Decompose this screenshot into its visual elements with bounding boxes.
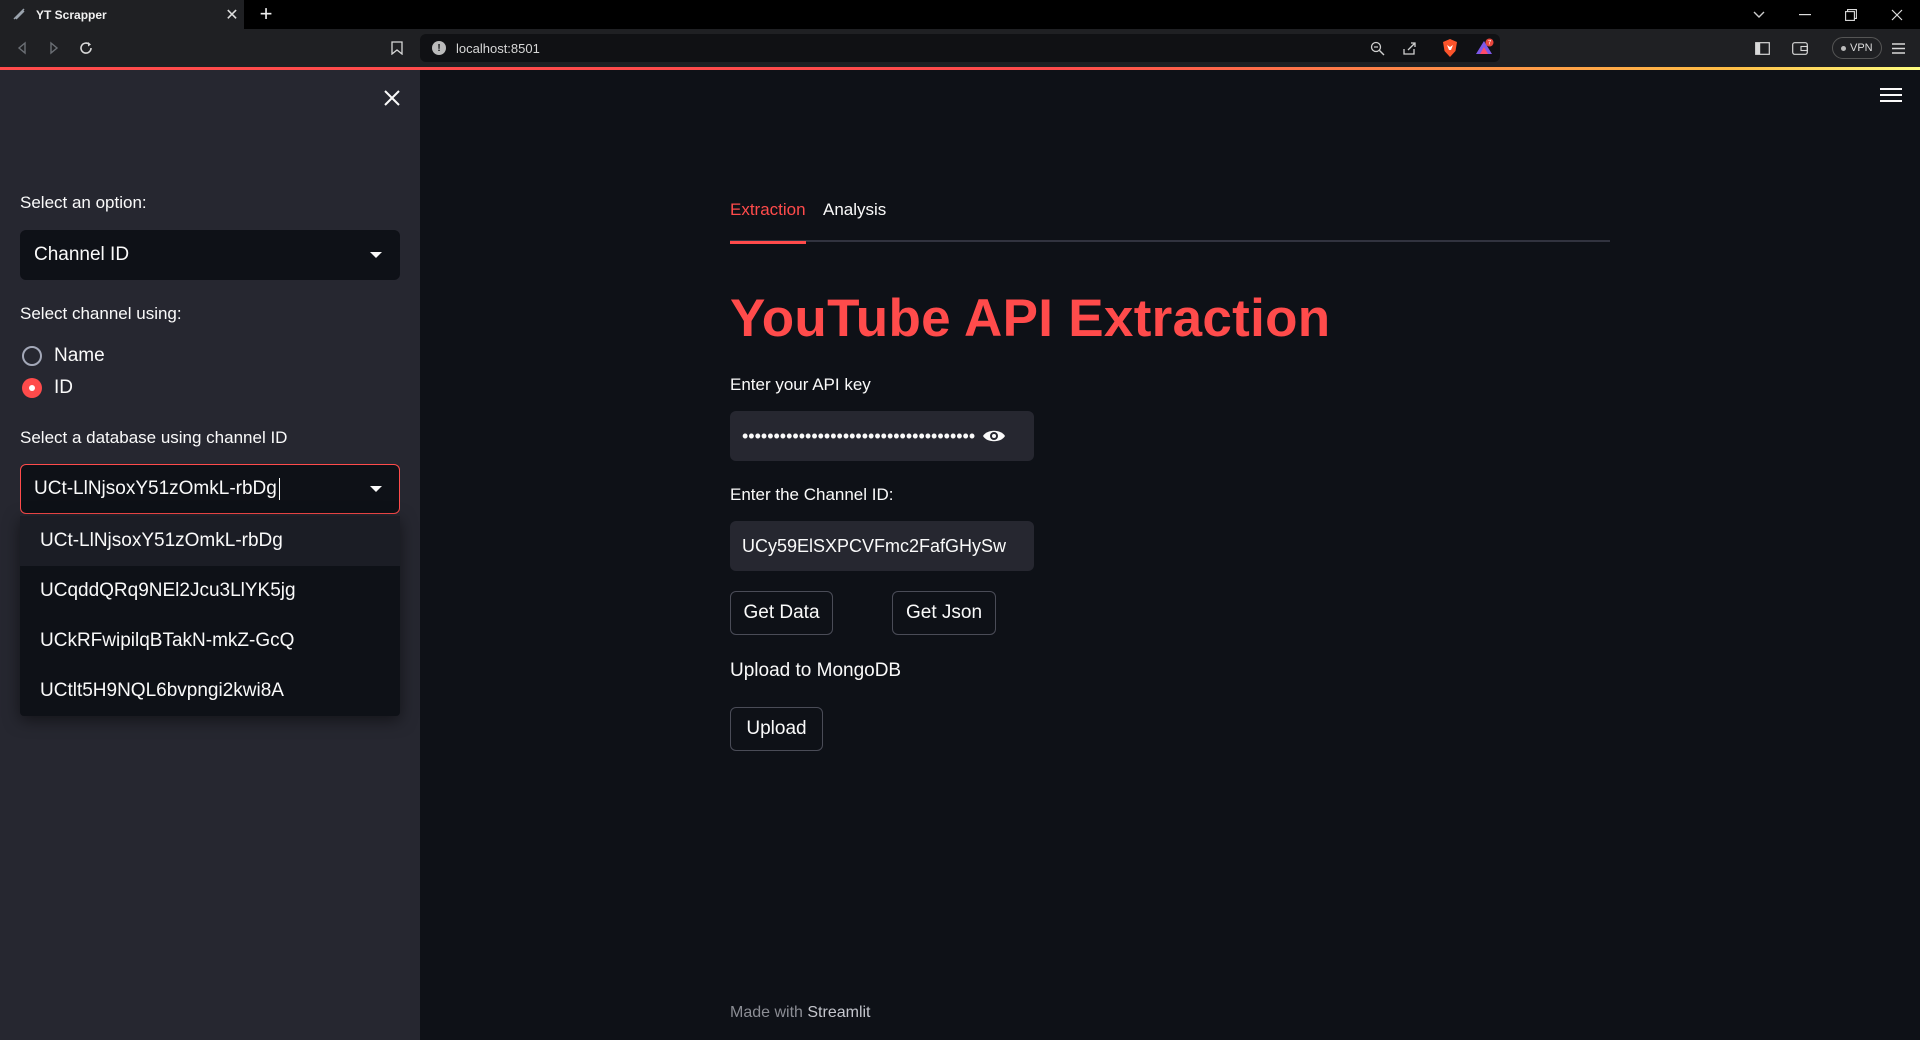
- database-label: Select a database using channel ID: [20, 428, 288, 447]
- radio-id[interactable]: ID: [22, 377, 73, 399]
- chevron-down-icon: [370, 252, 382, 258]
- database-dropdown-list: UCt-LlNjsoxY51zOmkL-rbDg UCqddQRq9NEl2Jc…: [20, 516, 400, 716]
- zoom-icon[interactable]: [1365, 36, 1389, 60]
- brave-rewards-icon[interactable]: 7: [1472, 36, 1496, 60]
- radio-unselected-icon: [22, 346, 42, 366]
- sidebar-toggle-icon[interactable]: [1750, 36, 1774, 60]
- tab-search-icon[interactable]: [1736, 0, 1782, 29]
- browser-tab[interactable]: YT Scrapper ✕: [0, 0, 244, 29]
- get-data-button[interactable]: Get Data: [730, 591, 833, 635]
- vpn-status-icon: [1841, 45, 1846, 51]
- database-selectbox-value: UCt-LlNjsoxY51zOmkL-rbDg: [34, 478, 277, 499]
- site-info-icon[interactable]: !: [432, 41, 446, 55]
- page-title: YouTube API Extraction: [730, 289, 1331, 348]
- sidebar: Select an option: Channel ID Select chan…: [0, 70, 420, 1040]
- vpn-button[interactable]: VPN: [1832, 37, 1882, 59]
- dropdown-option[interactable]: UCt-LlNjsoxY51zOmkL-rbDg: [20, 516, 400, 566]
- channel-id-label: Enter the Channel ID:: [730, 485, 894, 504]
- forward-icon[interactable]: [42, 36, 66, 60]
- browser-tabstrip: YT Scrapper ✕ +: [0, 0, 1920, 29]
- restore-icon[interactable]: [1828, 0, 1874, 29]
- bookmark-icon[interactable]: [385, 36, 409, 60]
- close-sidebar-icon[interactable]: [378, 84, 406, 112]
- dropdown-option[interactable]: UCtlt5H9NQL6bvpngi2kwi8A: [20, 666, 400, 716]
- radio-name-label: Name: [54, 345, 105, 366]
- channel-id-value: UCy59ElSXPCVFmc2FafGHySw: [742, 535, 1007, 556]
- main-menu-icon[interactable]: [1880, 88, 1902, 106]
- tab-extraction[interactable]: Extraction: [730, 200, 806, 244]
- close-tab-icon[interactable]: ✕: [220, 5, 244, 25]
- dropdown-option[interactable]: UCqddQRq9NEl2Jcu3LlYK5jg: [20, 566, 400, 616]
- browser-tab-title: YT Scrapper: [36, 7, 107, 22]
- footer: Made with Streamlit: [730, 1004, 871, 1022]
- text-cursor: [278, 478, 280, 500]
- streamlit-link[interactable]: Streamlit: [807, 1004, 870, 1021]
- tab-bar: Extraction Analysis: [730, 200, 1610, 244]
- browser-toolbar: ! localhost:8501 7 VPN: [0, 29, 1920, 67]
- radio-id-label: ID: [54, 377, 73, 398]
- channel-using-label: Select channel using:: [20, 304, 182, 323]
- page-favicon-icon: [12, 7, 28, 23]
- back-icon[interactable]: [10, 36, 34, 60]
- address-bar[interactable]: ! localhost:8501: [420, 34, 1500, 62]
- upload-button[interactable]: Upload: [730, 707, 823, 751]
- radio-name[interactable]: Name: [22, 345, 105, 367]
- option-selectbox[interactable]: Channel ID: [20, 230, 400, 280]
- streamlit-app: Select an option: Channel ID Select chan…: [0, 70, 1920, 1040]
- minimize-icon[interactable]: [1782, 0, 1828, 29]
- brave-shields-icon[interactable]: [1438, 36, 1462, 60]
- chevron-down-icon: [370, 486, 382, 492]
- show-password-icon[interactable]: [982, 426, 1006, 446]
- api-key-label: Enter your API key: [730, 375, 871, 394]
- select-option-label: Select an option:: [20, 193, 147, 212]
- wallet-icon[interactable]: [1788, 36, 1812, 60]
- get-json-button[interactable]: Get Json: [892, 591, 996, 635]
- radio-selected-icon: [22, 378, 42, 398]
- option-selectbox-value: Channel ID: [34, 244, 130, 265]
- channel-id-input[interactable]: UCy59ElSXPCVFmc2FafGHySw: [730, 521, 1034, 571]
- new-tab-button[interactable]: +: [254, 2, 278, 26]
- close-window-icon[interactable]: [1874, 0, 1920, 29]
- tab-analysis[interactable]: Analysis: [823, 200, 886, 242]
- browser-menu-icon[interactable]: [1886, 36, 1910, 60]
- database-selectbox[interactable]: UCt-LlNjsoxY51zOmkL-rbDg: [20, 464, 400, 514]
- share-icon[interactable]: [1397, 36, 1421, 60]
- footer-prefix: Made with: [730, 1004, 808, 1021]
- upload-label: Upload to MongoDB: [730, 660, 902, 681]
- api-key-value: •••••••••••••••••••••••••••••••••••••: [742, 425, 976, 446]
- dropdown-option[interactable]: UCkRFwipilqBTakN-mkZ-GcQ: [20, 616, 400, 666]
- vpn-label: VPN: [1850, 42, 1873, 54]
- reload-icon[interactable]: [74, 36, 98, 60]
- address-url: localhost:8501: [456, 40, 540, 56]
- api-key-input[interactable]: •••••••••••••••••••••••••••••••••••••: [730, 411, 1034, 461]
